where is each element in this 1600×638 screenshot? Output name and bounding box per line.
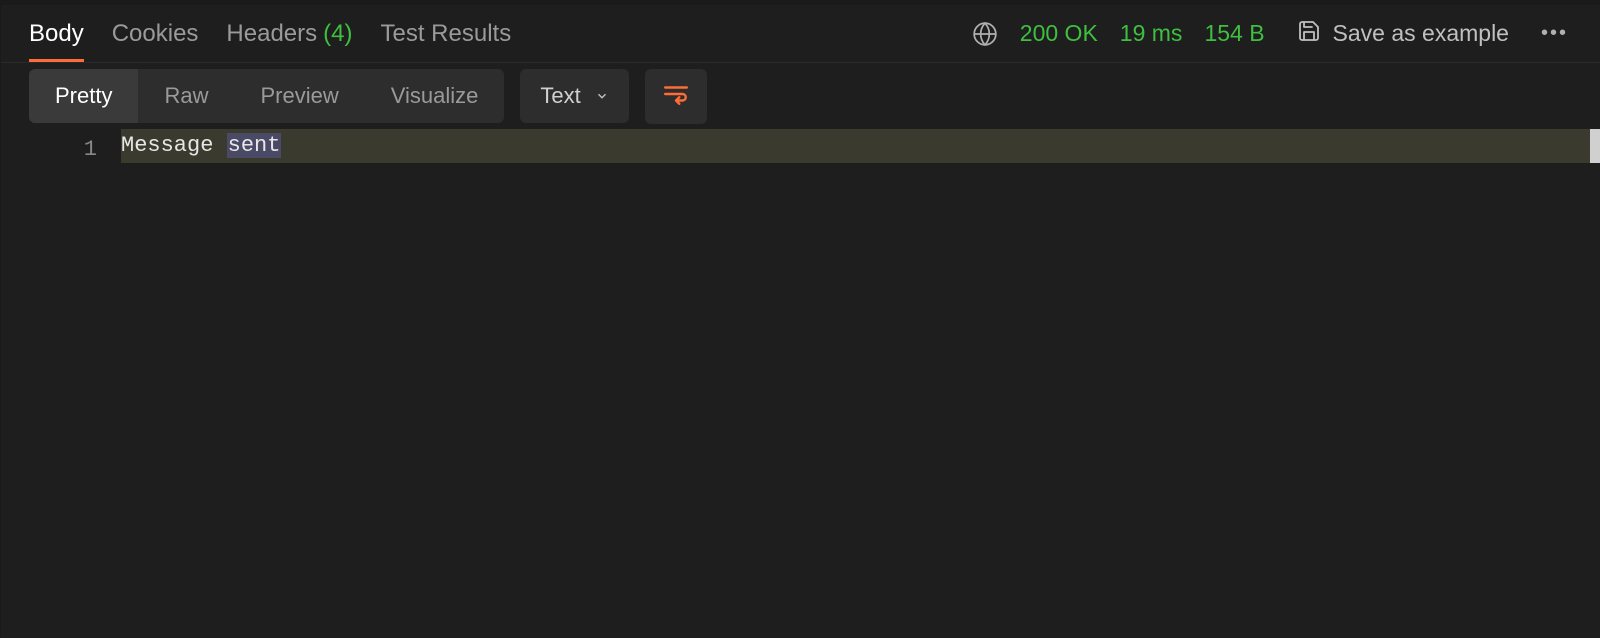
save-icon: [1297, 19, 1321, 49]
view-pretty[interactable]: Pretty: [29, 69, 138, 123]
copy-response-button[interactable]: [1480, 83, 1506, 109]
search-response-button[interactable]: [1536, 83, 1562, 109]
body-format-select[interactable]: Text: [520, 69, 628, 123]
status-code: 200 OK: [1020, 20, 1098, 47]
tab-headers[interactable]: Headers (4): [226, 5, 352, 62]
ellipsis-icon: •••: [1541, 22, 1568, 44]
code-area[interactable]: Message sent: [121, 129, 1600, 638]
code-text: Message sent: [121, 133, 281, 158]
body-view-segment: Pretty Raw Preview Visualize: [29, 69, 504, 123]
response-body-editor[interactable]: 1 Message sent: [1, 129, 1600, 638]
response-status-group: 200 OK 19 ms 154 B Save as example •••: [972, 19, 1572, 49]
wrap-lines-button[interactable]: [645, 69, 707, 124]
tab-body[interactable]: Body: [29, 5, 84, 62]
tab-test-results[interactable]: Test Results: [380, 5, 511, 62]
tab-body-label: Body: [29, 20, 84, 48]
line-gutter: 1: [1, 129, 121, 638]
body-toolbar: Pretty Raw Preview Visualize Text: [1, 63, 1600, 129]
tab-headers-label: Headers: [226, 20, 317, 48]
save-as-example-label: Save as example: [1333, 20, 1509, 47]
body-format-label: Text: [540, 83, 580, 109]
scrollbar[interactable]: [1582, 129, 1600, 638]
tab-tests-label: Test Results: [380, 20, 511, 48]
tab-cookies[interactable]: Cookies: [112, 5, 199, 62]
status-time: 19 ms: [1120, 20, 1183, 47]
view-raw[interactable]: Raw: [138, 69, 234, 123]
code-line[interactable]: Message sent: [121, 129, 1600, 163]
status-size: 154 B: [1204, 20, 1264, 47]
tab-headers-count: (4): [323, 20, 352, 48]
more-actions-button[interactable]: •••: [1537, 22, 1572, 45]
wrap-icon: [663, 83, 689, 110]
view-visualize[interactable]: Visualize: [365, 69, 505, 123]
view-preview[interactable]: Preview: [234, 69, 364, 123]
response-tabs-row: Body Cookies Headers (4) Test Results 20…: [1, 5, 1600, 63]
chevron-down-icon: [595, 83, 609, 109]
save-as-example-button[interactable]: Save as example: [1297, 19, 1509, 49]
network-icon[interactable]: [972, 21, 998, 47]
tab-cookies-label: Cookies: [112, 20, 199, 48]
selection: sent: [227, 133, 282, 158]
line-number: 1: [1, 133, 97, 167]
